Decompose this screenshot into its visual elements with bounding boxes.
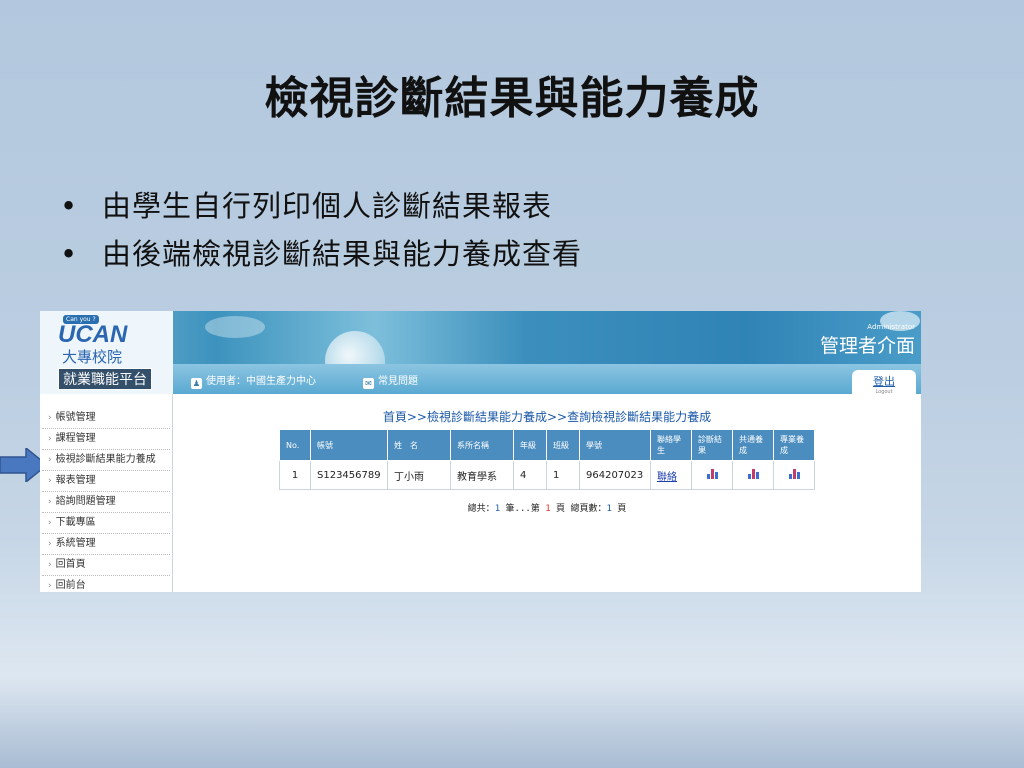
sidebar-item-label: 報表管理 [55, 475, 96, 486]
sidebar-item-home[interactable]: › 回首頁 [42, 555, 170, 576]
chevron-right-icon: › [48, 476, 52, 486]
cell-student-id: 964207023 [579, 460, 651, 490]
col-header: 年級 [513, 429, 547, 461]
bullet-list: • 由學生自行列印個人診斷結果報表 • 由後端檢視診斷結果與能力養成查看 [60, 182, 582, 278]
current-user: ♟ 使用者：中國生產力中心 [191, 372, 316, 389]
current-user-label: 使用者：中國生產力中心 [206, 376, 316, 387]
cell-common [732, 460, 774, 490]
sidebar-item-label: 帳號管理 [55, 412, 96, 423]
cell-class: 1 [546, 460, 580, 490]
bullet-text: 由後端檢視診斷結果與能力養成查看 [102, 237, 583, 271]
bullet-item: • 由學生自行列印個人診斷結果報表 [60, 189, 553, 223]
nav-bar: ♟ 使用者：中國生產力中心 ✉ 常見問題 [173, 364, 921, 394]
sidebar-item-frontend[interactable]: › 回前台 [42, 576, 170, 592]
faq-label: 常見問題 [378, 376, 418, 387]
sidebar-item-reports[interactable]: › 報表管理 [42, 471, 170, 492]
sidebar-item-label: 系統管理 [55, 538, 96, 549]
chevron-right-icon: › [48, 455, 52, 465]
chevron-right-icon: › [48, 539, 52, 549]
logo-school: 大專校院 [62, 348, 123, 366]
col-header: 專業養成 [773, 429, 815, 461]
sidebar-item-diagnosis[interactable]: › 檢視診斷結果能力養成 [42, 450, 170, 471]
sidebar-item-downloads[interactable]: › 下載專區 [42, 513, 170, 534]
cell-dept: 教育學系 [450, 460, 514, 490]
admin-label: 管理者介面 [819, 335, 915, 357]
results-table: No. 帳號 姓 名 系所名稱 年級 班級 學號 聯絡學生 診斷結果 共通養成 … [279, 429, 815, 490]
sidebar-item-accounts[interactable]: › 帳號管理 [42, 408, 170, 429]
chevron-right-icon: › [48, 413, 52, 423]
col-header: 班級 [546, 429, 580, 461]
pager-text: 總共： [467, 504, 495, 514]
cell-professional [773, 460, 815, 490]
col-header: 姓 名 [387, 429, 451, 461]
table-header-row: No. 帳號 姓 名 系所名稱 年級 班級 學號 聯絡學生 診斷結果 共通養成 … [279, 429, 815, 461]
col-header: 診斷結果 [691, 429, 733, 461]
admin-label-en: Administrator [867, 323, 915, 331]
pager-text: 頁 [611, 504, 627, 514]
chevron-right-icon: › [48, 560, 52, 570]
cell-name: 丁小雨 [387, 460, 451, 490]
logo-platform: 就業職能平台 [58, 368, 152, 390]
logout-button[interactable]: 登出 Logout [852, 370, 916, 400]
col-header: 共通養成 [732, 429, 774, 461]
chevron-right-icon: › [48, 434, 52, 444]
pager-text: 頁 總頁數： [550, 504, 607, 514]
bullet-item: • 由後端檢視診斷結果與能力養成查看 [60, 237, 583, 271]
table-row: 1 S123456789 丁小雨 教育學系 4 1 964207023 聯絡 [279, 460, 815, 490]
cell-account: S123456789 [310, 460, 388, 490]
sidebar-menu: › 帳號管理 › 課程管理 › 檢視診斷結果能力養成 › 報表管理 › 諮詢問題管理 › 下… [40, 394, 173, 592]
contact-student-link[interactable]: 聯絡 [657, 472, 677, 483]
logout-label: 登出 [873, 375, 895, 388]
sidebar-item-label: 回首頁 [55, 559, 86, 570]
chat-icon: ✉ [363, 378, 374, 389]
admin-screenshot: Can you ? UCAN 大專校院 就業職能平台 Administrator… [40, 311, 921, 592]
col-header: 系所名稱 [450, 429, 514, 461]
breadcrumb[interactable]: 首頁>>檢視診斷結果能力養成>>查詢檢視診斷結果能力養成 [173, 408, 921, 425]
col-header: 學號 [579, 429, 651, 461]
sidebar-item-consulting[interactable]: › 諮詢問題管理 [42, 492, 170, 513]
sidebar-item-label: 檢視診斷結果能力養成 [55, 454, 156, 465]
bar-chart-icon[interactable] [748, 468, 759, 479]
bar-chart-icon[interactable] [707, 468, 718, 479]
sidebar-item-label: 課程管理 [55, 433, 96, 444]
col-header: 帳號 [310, 429, 388, 461]
pager-text: 筆...第 [500, 504, 546, 514]
pagination: 總共：1 筆...第 1 頁 總頁數：1 頁 [173, 501, 921, 514]
cell-diagnosis [691, 460, 733, 490]
sidebar-item-label: 回前台 [55, 580, 86, 591]
chevron-right-icon: › [48, 518, 52, 528]
sidebar-item-system[interactable]: › 系統管理 [42, 534, 170, 555]
logo-name: UCAN [58, 321, 128, 348]
sidebar-item-courses[interactable]: › 課程管理 [42, 429, 170, 450]
col-header: 聯絡學生 [650, 429, 692, 461]
cell-no: 1 [279, 460, 311, 490]
decor-bubble [205, 316, 265, 338]
faq-link[interactable]: ✉ 常見問題 [363, 372, 418, 389]
chevron-right-icon: › [48, 581, 52, 591]
logo[interactable]: Can you ? UCAN 大專校院 就業職能平台 [40, 311, 173, 394]
bullet-text: 由學生自行列印個人診斷結果報表 [102, 189, 553, 223]
sidebar-item-label: 下載專區 [55, 517, 96, 528]
sidebar-item-label: 諮詢問題管理 [55, 496, 116, 507]
bar-chart-icon[interactable] [789, 468, 800, 479]
logout-label-en: Logout [875, 389, 893, 395]
chevron-right-icon: › [48, 497, 52, 507]
col-header: No. [279, 429, 311, 461]
cell-contact: 聯絡 [650, 460, 692, 490]
cell-grade: 4 [513, 460, 547, 490]
slide-title: 檢視診斷結果與能力養成 [264, 73, 760, 124]
user-icon: ♟ [191, 378, 202, 389]
